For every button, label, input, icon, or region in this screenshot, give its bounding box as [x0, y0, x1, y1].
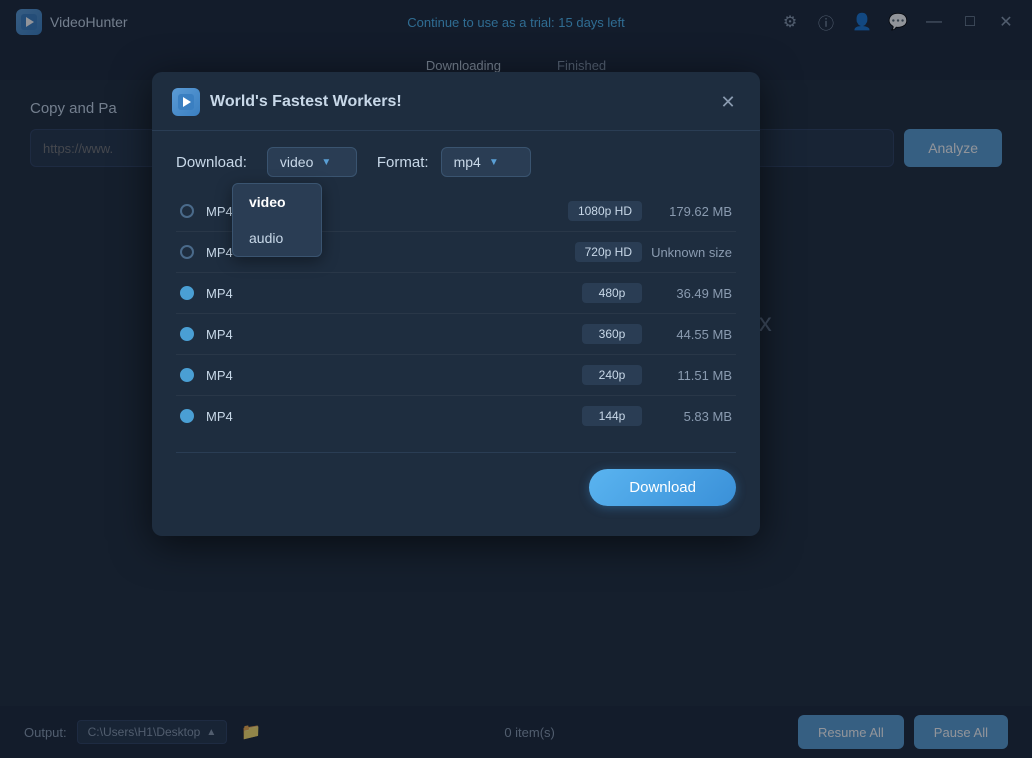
radio-1080p[interactable]: [180, 204, 194, 218]
format-section: Format: mp4 ▼: [377, 147, 531, 177]
download-dropdown-arrow-icon: ▼: [321, 157, 331, 168]
size-240p: 11.51 MB: [642, 368, 732, 383]
download-btn-row: Download: [152, 453, 760, 506]
download-type-menu: video audio: [232, 183, 322, 257]
download-type-dropdown[interactable]: video ▼: [267, 147, 357, 177]
format-tag-4: MP4: [206, 368, 250, 383]
quality-row-2[interactable]: MP4 480p 36.49 MB: [176, 273, 736, 314]
quality-row-5[interactable]: MP4 144p 5.83 MB: [176, 396, 736, 436]
radio-360p[interactable]: [180, 327, 194, 341]
size-720p: Unknown size: [642, 245, 732, 260]
modal-close-button[interactable]: ✕: [716, 90, 740, 114]
format-label: Format:: [377, 154, 429, 171]
badge-360p: 360p: [582, 324, 642, 344]
size-1080p: 179.62 MB: [642, 204, 732, 219]
modal-header: World's Fastest Workers! ✕: [152, 72, 760, 131]
format-tag-5: MP4: [206, 409, 250, 424]
badge-144p: 144p: [582, 406, 642, 426]
radio-480p[interactable]: [180, 286, 194, 300]
download-button[interactable]: Download: [589, 469, 736, 506]
quality-row-3[interactable]: MP4 360p 44.55 MB: [176, 314, 736, 355]
badge-1080p: 1080p HD: [568, 201, 642, 221]
format-dropdown-arrow-icon: ▼: [489, 157, 499, 168]
size-360p: 44.55 MB: [642, 327, 732, 342]
quality-row-4[interactable]: MP4 240p 11.51 MB: [176, 355, 736, 396]
size-144p: 5.83 MB: [642, 409, 732, 424]
modal-logo-icon: [172, 88, 200, 116]
format-dropdown[interactable]: mp4 ▼: [441, 147, 531, 177]
radio-720p[interactable]: [180, 245, 194, 259]
modal-dialog: World's Fastest Workers! ✕ Download: vid…: [152, 72, 760, 536]
badge-480p: 480p: [582, 283, 642, 303]
modal-title: World's Fastest Workers!: [210, 93, 706, 111]
format-tag-2: MP4: [206, 286, 250, 301]
badge-720p: 720p HD: [575, 242, 642, 262]
badge-240p: 240p: [582, 365, 642, 385]
controls-row: Download: video ▼ video audio Format: mp…: [152, 131, 760, 177]
size-480p: 36.49 MB: [642, 286, 732, 301]
download-option-audio[interactable]: audio: [233, 220, 321, 256]
radio-240p[interactable]: [180, 368, 194, 382]
download-option-video[interactable]: video: [233, 184, 321, 220]
radio-144p[interactable]: [180, 409, 194, 423]
format-tag-3: MP4: [206, 327, 250, 342]
download-label: Download:: [176, 154, 247, 171]
